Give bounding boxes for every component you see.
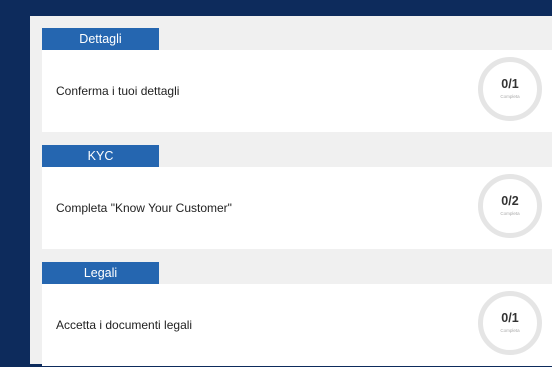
progress-caption: Completa xyxy=(500,94,520,99)
section-legali: Legali Accetta i documenti legali 0/1 Co… xyxy=(42,262,552,367)
onboarding-checklist-panel: Dettagli Conferma i tuoi dettagli 0/1 Co… xyxy=(30,16,552,367)
progress-count: 0/1 xyxy=(501,77,519,91)
task-card-kyc[interactable]: Completa "Know Your Customer" 0/2 Comple… xyxy=(42,167,552,249)
section-tab-dettagli[interactable]: Dettagli xyxy=(42,28,159,50)
progress-ring: 0/2 Completa xyxy=(478,174,542,238)
section-tab-kyc[interactable]: KYC xyxy=(42,145,159,167)
section-tab-legali[interactable]: Legali xyxy=(42,262,159,284)
section-kyc: KYC Completa "Know Your Customer" 0/2 Co… xyxy=(42,145,552,250)
task-description: Conferma i tuoi dettagli xyxy=(56,84,180,98)
task-description: Accetta i documenti legali xyxy=(56,318,193,332)
task-card-dettagli[interactable]: Conferma i tuoi dettagli 0/1 Completa xyxy=(42,50,552,132)
progress-caption: Completa xyxy=(500,211,520,216)
task-description: Completa "Know Your Customer" xyxy=(56,201,232,215)
progress-caption: Completa xyxy=(500,328,520,333)
task-card-legali[interactable]: Accetta i documenti legali 0/1 Completa xyxy=(42,284,552,366)
section-dettagli: Dettagli Conferma i tuoi dettagli 0/1 Co… xyxy=(42,28,552,133)
progress-ring: 0/1 Completa xyxy=(478,291,542,355)
progress-count: 0/2 xyxy=(501,194,519,208)
progress-count: 0/1 xyxy=(501,311,519,325)
progress-ring: 0/1 Completa xyxy=(478,57,542,121)
